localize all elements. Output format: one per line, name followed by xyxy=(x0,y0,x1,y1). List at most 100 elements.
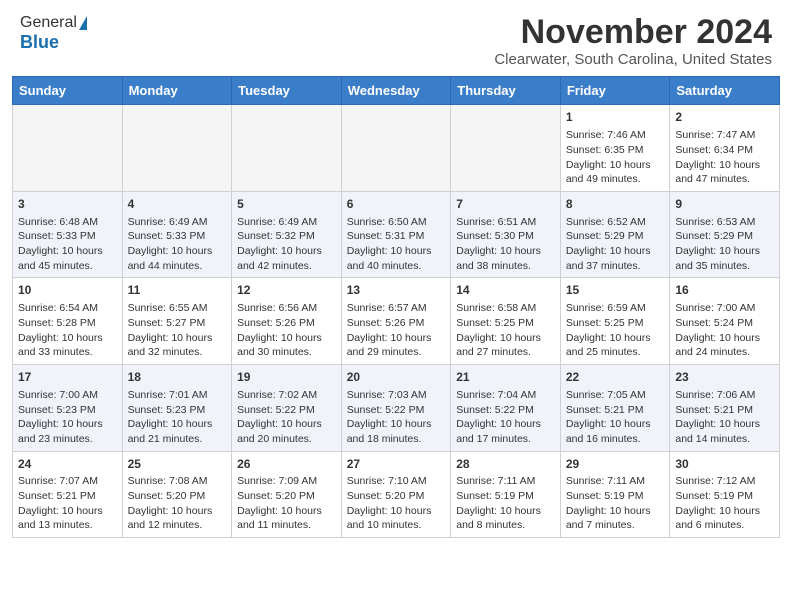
daylight-text: Daylight: 10 hours and 23 minutes. xyxy=(18,417,117,446)
daylight-text: Daylight: 10 hours and 37 minutes. xyxy=(566,244,665,273)
day-number: 13 xyxy=(347,282,446,299)
calendar-header-sunday: Sunday xyxy=(13,77,123,105)
calendar-cell: 27Sunrise: 7:10 AMSunset: 5:20 PMDayligh… xyxy=(341,451,451,538)
calendar-cell xyxy=(122,105,232,192)
sunrise-text: Sunrise: 7:03 AM xyxy=(347,388,446,403)
calendar-cell xyxy=(451,105,561,192)
calendar-header-monday: Monday xyxy=(122,77,232,105)
daylight-text: Daylight: 10 hours and 10 minutes. xyxy=(347,504,446,533)
day-number: 2 xyxy=(675,109,774,126)
title-block: November 2024 Clearwater, South Carolina… xyxy=(494,14,772,68)
calendar-cell: 6Sunrise: 6:50 AMSunset: 5:31 PMDaylight… xyxy=(341,191,451,278)
day-number: 11 xyxy=(128,282,227,299)
calendar-cell: 23Sunrise: 7:06 AMSunset: 5:21 PMDayligh… xyxy=(670,365,780,452)
daylight-text: Daylight: 10 hours and 47 minutes. xyxy=(675,158,774,187)
day-number: 20 xyxy=(347,369,446,386)
daylight-text: Daylight: 10 hours and 45 minutes. xyxy=(18,244,117,273)
daylight-text: Daylight: 10 hours and 13 minutes. xyxy=(18,504,117,533)
calendar-cell: 29Sunrise: 7:11 AMSunset: 5:19 PMDayligh… xyxy=(560,451,670,538)
day-number: 27 xyxy=(347,456,446,473)
sunrise-text: Sunrise: 7:01 AM xyxy=(128,388,227,403)
sunset-text: Sunset: 5:21 PM xyxy=(675,403,774,418)
logo-general-text: General xyxy=(20,14,77,32)
calendar-cell: 4Sunrise: 6:49 AMSunset: 5:33 PMDaylight… xyxy=(122,191,232,278)
sunset-text: Sunset: 5:23 PM xyxy=(128,403,227,418)
calendar-cell: 11Sunrise: 6:55 AMSunset: 5:27 PMDayligh… xyxy=(122,278,232,365)
sunset-text: Sunset: 5:25 PM xyxy=(566,316,665,331)
daylight-text: Daylight: 10 hours and 7 minutes. xyxy=(566,504,665,533)
day-number: 5 xyxy=(237,196,336,213)
calendar-cell: 18Sunrise: 7:01 AMSunset: 5:23 PMDayligh… xyxy=(122,365,232,452)
sunset-text: Sunset: 5:21 PM xyxy=(18,489,117,504)
sunrise-text: Sunrise: 6:50 AM xyxy=(347,215,446,230)
daylight-text: Daylight: 10 hours and 8 minutes. xyxy=(456,504,555,533)
day-number: 19 xyxy=(237,369,336,386)
calendar-cell xyxy=(341,105,451,192)
sunset-text: Sunset: 5:33 PM xyxy=(18,229,117,244)
day-number: 23 xyxy=(675,369,774,386)
calendar-cell: 17Sunrise: 7:00 AMSunset: 5:23 PMDayligh… xyxy=(13,365,123,452)
day-number: 14 xyxy=(456,282,555,299)
sunset-text: Sunset: 5:23 PM xyxy=(18,403,117,418)
day-number: 6 xyxy=(347,196,446,213)
calendar-cell: 15Sunrise: 6:59 AMSunset: 5:25 PMDayligh… xyxy=(560,278,670,365)
day-number: 12 xyxy=(237,282,336,299)
sunset-text: Sunset: 5:33 PM xyxy=(128,229,227,244)
daylight-text: Daylight: 10 hours and 38 minutes. xyxy=(456,244,555,273)
sunset-text: Sunset: 5:29 PM xyxy=(566,229,665,244)
sunrise-text: Sunrise: 7:47 AM xyxy=(675,128,774,143)
sunrise-text: Sunrise: 7:12 AM xyxy=(675,474,774,489)
sunset-text: Sunset: 5:22 PM xyxy=(347,403,446,418)
sunrise-text: Sunrise: 6:54 AM xyxy=(18,301,117,316)
daylight-text: Daylight: 10 hours and 44 minutes. xyxy=(128,244,227,273)
calendar-cell: 28Sunrise: 7:11 AMSunset: 5:19 PMDayligh… xyxy=(451,451,561,538)
sunset-text: Sunset: 5:19 PM xyxy=(675,489,774,504)
calendar-cell: 24Sunrise: 7:07 AMSunset: 5:21 PMDayligh… xyxy=(13,451,123,538)
sunset-text: Sunset: 5:32 PM xyxy=(237,229,336,244)
calendar-header-tuesday: Tuesday xyxy=(232,77,342,105)
page-header: General Blue November 2024 Clearwater, S… xyxy=(0,0,792,76)
calendar-cell: 16Sunrise: 7:00 AMSunset: 5:24 PMDayligh… xyxy=(670,278,780,365)
calendar-header-thursday: Thursday xyxy=(451,77,561,105)
day-number: 16 xyxy=(675,282,774,299)
sunrise-text: Sunrise: 6:57 AM xyxy=(347,301,446,316)
calendar-cell: 12Sunrise: 6:56 AMSunset: 5:26 PMDayligh… xyxy=(232,278,342,365)
sunrise-text: Sunrise: 6:58 AM xyxy=(456,301,555,316)
day-number: 8 xyxy=(566,196,665,213)
day-number: 10 xyxy=(18,282,117,299)
sunset-text: Sunset: 6:35 PM xyxy=(566,143,665,158)
daylight-text: Daylight: 10 hours and 49 minutes. xyxy=(566,158,665,187)
day-number: 22 xyxy=(566,369,665,386)
calendar-cell: 10Sunrise: 6:54 AMSunset: 5:28 PMDayligh… xyxy=(13,278,123,365)
daylight-text: Daylight: 10 hours and 24 minutes. xyxy=(675,331,774,360)
sunset-text: Sunset: 5:22 PM xyxy=(456,403,555,418)
sunset-text: Sunset: 5:20 PM xyxy=(237,489,336,504)
sunrise-text: Sunrise: 7:05 AM xyxy=(566,388,665,403)
sunrise-text: Sunrise: 6:53 AM xyxy=(675,215,774,230)
calendar-cell: 14Sunrise: 6:58 AMSunset: 5:25 PMDayligh… xyxy=(451,278,561,365)
calendar-cell: 22Sunrise: 7:05 AMSunset: 5:21 PMDayligh… xyxy=(560,365,670,452)
sunset-text: Sunset: 5:19 PM xyxy=(456,489,555,504)
sunrise-text: Sunrise: 7:08 AM xyxy=(128,474,227,489)
day-number: 15 xyxy=(566,282,665,299)
daylight-text: Daylight: 10 hours and 33 minutes. xyxy=(18,331,117,360)
sunrise-text: Sunrise: 7:46 AM xyxy=(566,128,665,143)
day-number: 30 xyxy=(675,456,774,473)
daylight-text: Daylight: 10 hours and 42 minutes. xyxy=(237,244,336,273)
month-title: November 2024 xyxy=(494,14,772,51)
daylight-text: Daylight: 10 hours and 30 minutes. xyxy=(237,331,336,360)
day-number: 1 xyxy=(566,109,665,126)
calendar-cell: 9Sunrise: 6:53 AMSunset: 5:29 PMDaylight… xyxy=(670,191,780,278)
sunrise-text: Sunrise: 6:49 AM xyxy=(128,215,227,230)
calendar-cell: 2Sunrise: 7:47 AMSunset: 6:34 PMDaylight… xyxy=(670,105,780,192)
sunset-text: Sunset: 5:22 PM xyxy=(237,403,336,418)
daylight-text: Daylight: 10 hours and 17 minutes. xyxy=(456,417,555,446)
sunset-text: Sunset: 5:19 PM xyxy=(566,489,665,504)
daylight-text: Daylight: 10 hours and 18 minutes. xyxy=(347,417,446,446)
calendar-cell: 25Sunrise: 7:08 AMSunset: 5:20 PMDayligh… xyxy=(122,451,232,538)
calendar-cell xyxy=(13,105,123,192)
calendar-week-row: 3Sunrise: 6:48 AMSunset: 5:33 PMDaylight… xyxy=(13,191,780,278)
sunrise-text: Sunrise: 7:04 AM xyxy=(456,388,555,403)
daylight-text: Daylight: 10 hours and 16 minutes. xyxy=(566,417,665,446)
sunrise-text: Sunrise: 6:51 AM xyxy=(456,215,555,230)
